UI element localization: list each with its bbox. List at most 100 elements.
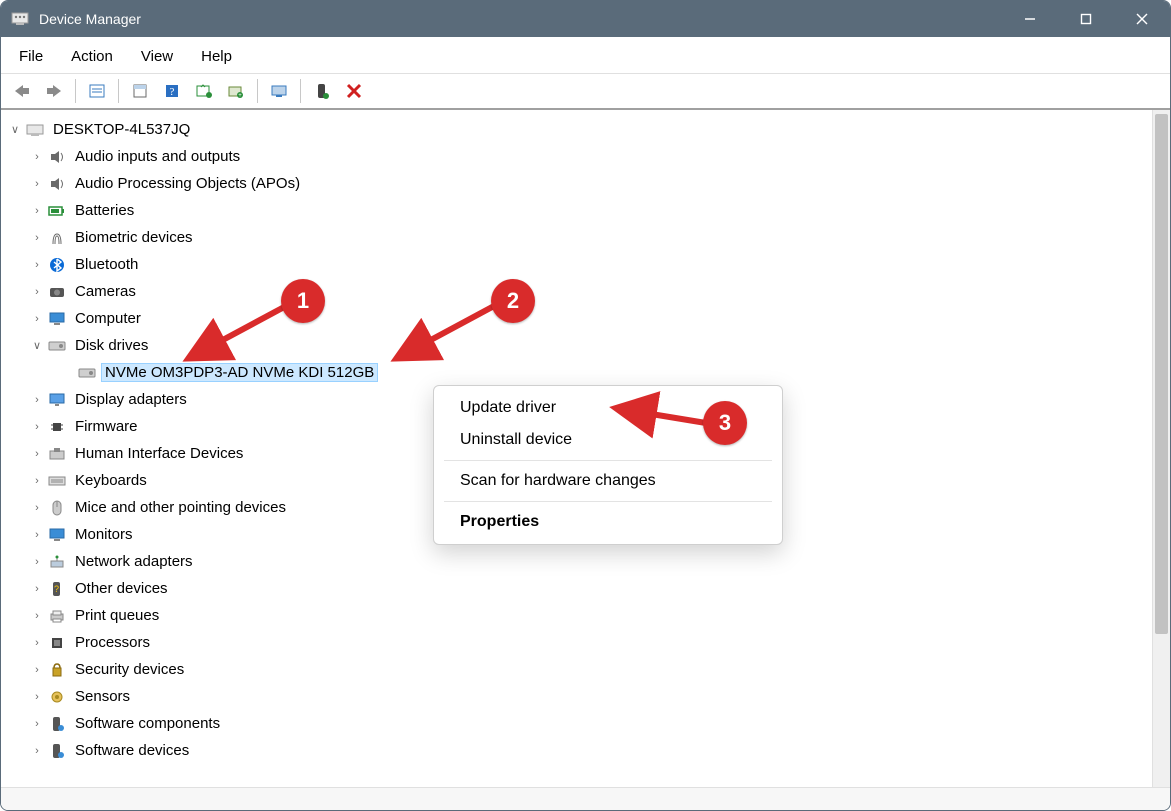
node-label: Keyboards	[71, 471, 151, 490]
speaker-icon	[47, 175, 67, 193]
expander-icon[interactable]: ›	[29, 529, 45, 541]
toolbar-separator	[257, 79, 258, 103]
node-label: Display adapters	[71, 390, 191, 409]
tree-category-node[interactable]: ›Network adapters	[7, 548, 1152, 575]
vertical-scrollbar[interactable]	[1152, 110, 1170, 787]
minimize-button[interactable]	[1002, 1, 1058, 37]
bluetooth-icon	[47, 256, 67, 274]
fingerprint-icon	[47, 229, 67, 247]
tree-category-node[interactable]: ›Bluetooth	[7, 251, 1152, 278]
expander-icon[interactable]: ›	[29, 394, 45, 406]
maximize-button[interactable]	[1058, 1, 1114, 37]
expander-icon[interactable]: ›	[29, 610, 45, 622]
node-label: Software devices	[71, 741, 193, 760]
keyboard-icon	[47, 472, 67, 490]
disk-icon	[47, 337, 67, 355]
node-label: Batteries	[71, 201, 138, 220]
show-hidden-devices-button[interactable]	[82, 76, 112, 106]
svg-text:?: ?	[54, 584, 59, 594]
expander-icon[interactable]: ›	[29, 286, 45, 298]
expander-icon[interactable]: ›	[29, 556, 45, 568]
tree-category-node[interactable]: ∨Disk drives	[7, 332, 1152, 359]
node-label: Print queues	[71, 606, 163, 625]
toolbar-separator	[300, 79, 301, 103]
tree-category-node[interactable]: ›Security devices	[7, 656, 1152, 683]
expander-icon[interactable]: ›	[29, 718, 45, 730]
toolbar: ? +	[1, 74, 1170, 110]
annotation-arrow-2	[389, 301, 509, 371]
network-icon	[47, 553, 67, 571]
forward-button[interactable]	[39, 76, 69, 106]
enable-device-button[interactable]	[307, 76, 337, 106]
tree-category-node[interactable]: ›Processors	[7, 629, 1152, 656]
scrollbar-thumb[interactable]	[1155, 114, 1168, 634]
expander-icon[interactable]: ›	[29, 178, 45, 190]
expander-icon[interactable]: ›	[29, 205, 45, 217]
expander-icon[interactable]: ›	[29, 637, 45, 649]
unknown-icon: ?	[47, 580, 67, 598]
update-driver-button[interactable]	[189, 76, 219, 106]
annotation-badge-2: 2	[491, 279, 535, 323]
expander-icon[interactable]: ›	[29, 313, 45, 325]
context-menu-item[interactable]: Scan for hardware changes	[434, 465, 782, 497]
expander-icon[interactable]: ›	[29, 259, 45, 271]
svg-text:?: ?	[170, 86, 175, 98]
cpu-icon	[47, 634, 67, 652]
context-menu-item[interactable]: Properties	[434, 506, 782, 538]
expander-icon[interactable]: ›	[29, 691, 45, 703]
tree-category-node[interactable]: ›Biometric devices	[7, 224, 1152, 251]
disk-icon	[77, 364, 97, 382]
battery-icon	[47, 202, 67, 220]
tree-category-node[interactable]: › Computer	[7, 305, 1152, 332]
tree-device-node[interactable]: NVMe OM3PDP3-AD NVMe KDI 512GB	[7, 359, 1152, 386]
back-button[interactable]	[7, 76, 37, 106]
expander-icon[interactable]: ›	[29, 745, 45, 757]
expander-icon[interactable]: ∨	[29, 339, 45, 352]
menu-help[interactable]: Help	[189, 44, 244, 69]
expander-icon[interactable]: ›	[29, 583, 45, 595]
expander-icon[interactable]: ›	[29, 664, 45, 676]
tree-category-node[interactable]: › Software devices	[7, 737, 1152, 764]
node-label: Other devices	[71, 579, 172, 598]
expander-icon[interactable]: ›	[29, 151, 45, 163]
expander-icon[interactable]: ›	[29, 502, 45, 514]
node-label: Cameras	[71, 282, 140, 301]
camera-icon	[47, 283, 67, 301]
expander-icon[interactable]: ∨	[7, 123, 23, 136]
software-icon	[47, 715, 67, 733]
node-label: Sensors	[71, 687, 134, 706]
device-manager-window: Device Manager File Action View Help ? +…	[0, 0, 1171, 811]
disable-device-button[interactable]	[339, 76, 369, 106]
add-legacy-button[interactable]	[264, 76, 294, 106]
expander-icon[interactable]: ›	[29, 421, 45, 433]
close-button[interactable]	[1114, 1, 1170, 37]
expander-icon[interactable]: ›	[29, 232, 45, 244]
display-icon	[47, 391, 67, 409]
node-label: Mice and other pointing devices	[71, 498, 290, 517]
expander-icon[interactable]: ›	[29, 475, 45, 487]
tree-category-node[interactable]: › Batteries	[7, 197, 1152, 224]
scan-hardware-button[interactable]: +	[221, 76, 251, 106]
properties-sheet-button[interactable]	[125, 76, 155, 106]
expander-icon[interactable]: ›	[29, 448, 45, 460]
tree-category-node[interactable]: › Print queues	[7, 602, 1152, 629]
security-icon	[47, 661, 67, 679]
monitor-icon	[47, 310, 67, 328]
tree-category-node[interactable]: ›Audio inputs and outputs	[7, 143, 1152, 170]
node-label: Computer	[71, 309, 145, 328]
tree-category-node[interactable]: ›? Other devices	[7, 575, 1152, 602]
tree-category-node[interactable]: ›Software components	[7, 710, 1152, 737]
tree-category-node[interactable]: › Sensors	[7, 683, 1152, 710]
menu-view[interactable]: View	[129, 44, 185, 69]
titlebar: Device Manager	[1, 1, 1170, 37]
menu-action[interactable]: Action	[59, 44, 125, 69]
svg-text:+: +	[238, 93, 242, 99]
tree-category-node[interactable]: › Cameras	[7, 278, 1152, 305]
menubar: File Action View Help	[1, 37, 1170, 74]
help-button[interactable]: ?	[157, 76, 187, 106]
mouse-icon	[47, 499, 67, 517]
tree-category-node[interactable]: ›Audio Processing Objects (APOs)	[7, 170, 1152, 197]
tree-root-node[interactable]: ∨DESKTOP-4L537JQ	[7, 116, 1152, 143]
menu-file[interactable]: File	[7, 44, 55, 69]
sensor-icon	[47, 688, 67, 706]
